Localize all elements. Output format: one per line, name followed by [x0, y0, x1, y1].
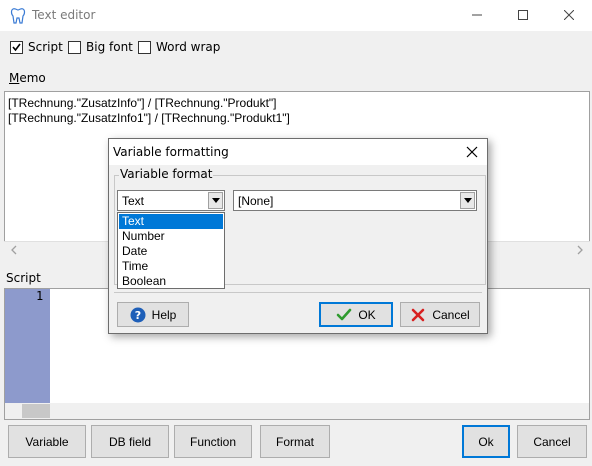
- checkbox-unchecked-icon: [138, 40, 151, 54]
- scroll-right-icon[interactable]: [574, 244, 586, 256]
- type-dropdown-list: Text Number Date Time Boolean: [117, 212, 225, 289]
- script-horizontal-scrollbar[interactable]: [5, 403, 589, 419]
- checkbox-unchecked-icon: [68, 40, 81, 54]
- type-select[interactable]: Text: [117, 190, 225, 211]
- window-title: Text editor: [32, 8, 96, 22]
- scrollbar-thumb[interactable]: [22, 404, 50, 418]
- dropdown-option-number[interactable]: Number: [119, 229, 223, 244]
- dialog-cancel-button[interactable]: Cancel: [400, 302, 480, 327]
- dropdown-option-boolean[interactable]: Boolean: [119, 274, 223, 289]
- type-select-value: Text: [122, 194, 145, 208]
- cancel-x-icon: [410, 307, 426, 323]
- dialog-ok-label: OK: [358, 307, 376, 322]
- close-window-button[interactable]: [546, 0, 592, 31]
- memo-line: [TRechnung."ZusatzInfo1"] / [TRechnung."…: [8, 111, 290, 125]
- dialog-cancel-label: Cancel: [432, 307, 470, 322]
- memo-line: [TRechnung."ZusatzInfo"] / [TRechnung."P…: [8, 96, 277, 110]
- variable-formatting-dialog: Variable formatting Variable format Text…: [108, 138, 488, 334]
- close-icon: [563, 9, 575, 23]
- scroll-left-icon[interactable]: [8, 244, 20, 256]
- maximize-icon: [518, 9, 528, 23]
- big-font-checkbox-label: Big font: [86, 40, 133, 54]
- tooth-app-icon: [10, 7, 26, 25]
- dialog-ok-button[interactable]: OK: [319, 302, 393, 327]
- format-select[interactable]: [None]: [233, 190, 477, 211]
- cancel-button[interactable]: Cancel: [517, 425, 587, 458]
- format-button[interactable]: Format: [260, 425, 330, 458]
- svg-text:?: ?: [134, 309, 140, 322]
- maximize-button[interactable]: [500, 0, 546, 31]
- close-icon[interactable]: [465, 145, 479, 159]
- dialog-title: Variable formatting: [113, 145, 229, 159]
- variable-button[interactable]: Variable: [8, 425, 86, 458]
- help-button-label: Help: [151, 307, 177, 322]
- memo-label: Memo: [9, 71, 46, 85]
- variable-format-group-label: Variable format: [119, 167, 214, 181]
- help-icon: ?: [130, 307, 146, 323]
- word-wrap-checkbox-label: Word wrap: [156, 40, 221, 54]
- ok-button[interactable]: Ok: [462, 425, 510, 458]
- checkbox-checked-icon: [10, 40, 23, 54]
- big-font-checkbox[interactable]: Big font: [68, 40, 133, 54]
- minimize-button[interactable]: [454, 0, 500, 31]
- dialog-title-bar: Variable formatting: [109, 139, 487, 165]
- word-wrap-checkbox[interactable]: Word wrap: [138, 40, 220, 54]
- script-checkbox[interactable]: Script: [10, 40, 63, 54]
- dropdown-option-time[interactable]: Time: [119, 259, 223, 274]
- dropdown-option-date[interactable]: Date: [119, 244, 223, 259]
- function-button[interactable]: Function: [174, 425, 252, 458]
- format-select-value: [None]: [238, 194, 274, 208]
- checkmark-icon: [336, 307, 352, 323]
- chevron-down-icon[interactable]: [460, 192, 475, 209]
- script-label: Script: [6, 271, 41, 285]
- script-checkbox-label: Script: [28, 40, 63, 54]
- dropdown-option-text[interactable]: Text: [119, 214, 223, 229]
- chevron-down-icon[interactable]: [208, 192, 223, 209]
- divider: [114, 292, 482, 293]
- db-field-button[interactable]: DB field: [91, 425, 169, 458]
- minimize-icon: [472, 9, 482, 23]
- line-number: 1: [36, 289, 44, 303]
- line-number-gutter: [5, 289, 50, 403]
- help-button[interactable]: ? Help: [117, 302, 189, 327]
